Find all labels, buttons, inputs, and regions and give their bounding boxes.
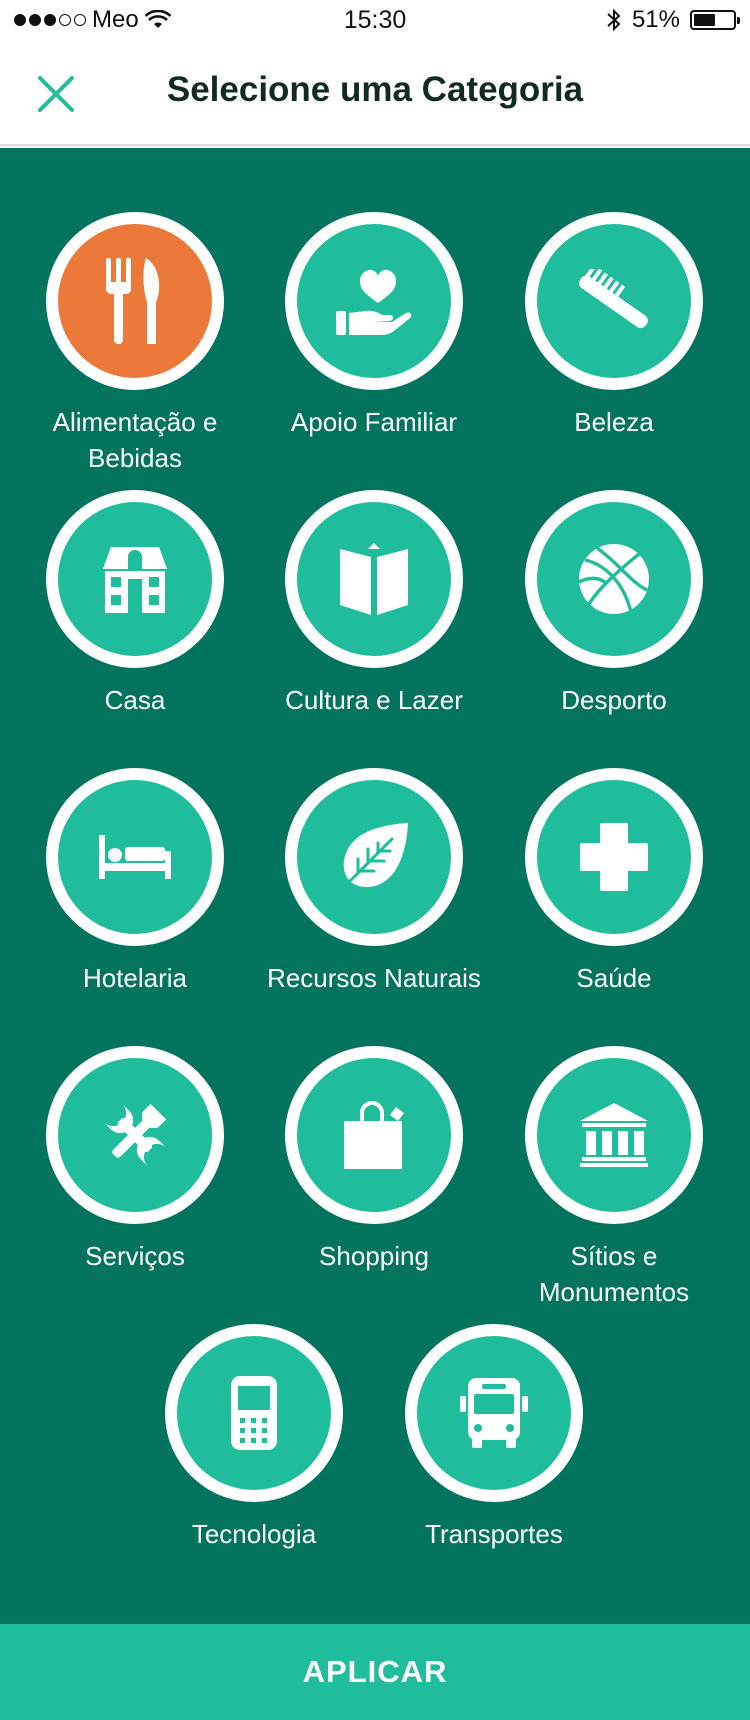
category-shopping[interactable]: Shopping xyxy=(254,1046,494,1274)
mobile-phone-icon xyxy=(231,1376,277,1450)
category-label: Sítios e Monumentos xyxy=(538,1241,690,1307)
category-grid: Alimentação e Bebidas Apoio Familiar Bel… xyxy=(0,148,750,1624)
heart-hand-icon xyxy=(336,269,412,335)
category-label: Cultura e Lazer xyxy=(285,685,463,715)
category-desporto[interactable]: Desporto xyxy=(494,490,734,718)
category-label: Beleza xyxy=(574,407,654,437)
house-icon xyxy=(103,547,167,613)
basketball-icon xyxy=(578,544,649,614)
category-recursos-naturais[interactable]: Recursos Naturais xyxy=(254,768,494,996)
category-saude[interactable]: Saúde xyxy=(494,768,734,996)
cutlery-icon xyxy=(106,258,160,344)
category-label: Shopping xyxy=(319,1241,429,1271)
bluetooth-icon xyxy=(607,8,621,32)
category-label: Serviços xyxy=(85,1241,185,1271)
category-label: Desporto xyxy=(561,685,667,715)
category-label: Hotelaria xyxy=(82,963,188,993)
status-right: 51% xyxy=(606,6,740,34)
category-label: Alimentação e Bebidas xyxy=(52,407,218,473)
battery-percent: 51% xyxy=(631,6,680,33)
page-title: Selecione uma Categoria xyxy=(166,70,584,109)
shopping-bag-icon xyxy=(344,1101,404,1169)
monument-icon xyxy=(580,1103,648,1167)
category-label: Transportes xyxy=(425,1519,563,1549)
category-tecnologia[interactable]: Tecnologia xyxy=(134,1324,374,1552)
battery-icon xyxy=(690,10,740,30)
category-sitios-monumentos[interactable]: Sítios e Monumentos xyxy=(494,1046,734,1310)
category-apoio-familiar[interactable]: Apoio Familiar xyxy=(254,212,494,440)
leaf-icon xyxy=(338,823,408,893)
category-beleza[interactable]: Beleza xyxy=(494,212,734,440)
category-label: Recursos Naturais xyxy=(267,963,481,993)
book-icon xyxy=(340,543,408,615)
category-label: Tecnologia xyxy=(191,1519,317,1549)
status-bar: Meo 15:30 51% xyxy=(0,0,750,40)
category-hotelaria[interactable]: Hotelaria xyxy=(15,768,255,996)
health-cross-icon xyxy=(580,823,648,891)
bed-icon xyxy=(99,835,171,879)
category-cultura-lazer[interactable]: Cultura e Lazer xyxy=(254,490,494,718)
category-transportes[interactable]: Transportes xyxy=(374,1324,614,1552)
category-label: Saúde xyxy=(576,963,652,993)
category-label: Apoio Familiar xyxy=(290,407,458,437)
apply-button[interactable]: APLICAR xyxy=(0,1624,750,1720)
comb-icon xyxy=(579,269,648,329)
category-label: Casa xyxy=(104,685,166,715)
header: Selecione uma Categoria xyxy=(0,40,750,146)
tools-icon xyxy=(103,1103,167,1167)
category-servicos[interactable]: Serviços xyxy=(15,1046,255,1274)
bus-icon xyxy=(460,1378,528,1448)
category-casa[interactable]: Casa xyxy=(15,490,255,718)
category-alimentacao-bebidas[interactable]: Alimentação e Bebidas xyxy=(15,212,255,476)
